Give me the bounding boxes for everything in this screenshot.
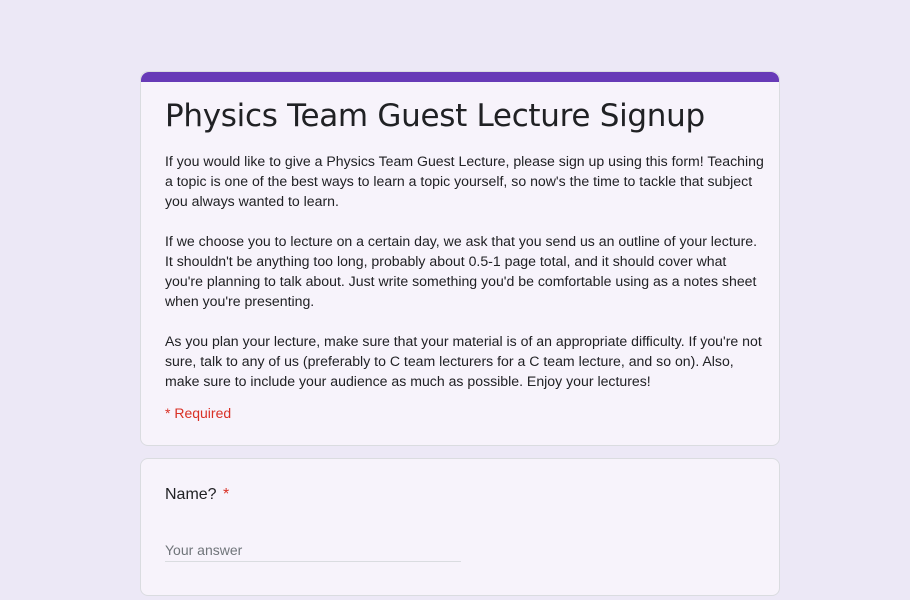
required-note: * Required [165,405,232,421]
header-accent-bar [141,72,779,82]
question-card-name: Name? * [140,458,780,596]
form-header-card: Physics Team Guest Lecture Signup If you… [140,71,780,446]
description-paragraph-2: If we choose you to lecture on a certain… [165,233,758,309]
question-title: Name? * [165,485,229,505]
name-answer-input[interactable] [165,538,461,562]
form-description: If you would like to give a Physics Team… [165,151,765,391]
question-label: Name? [165,486,217,503]
required-asterisk: * [223,486,230,503]
description-paragraph-1: If you would like to give a Physics Team… [165,153,764,209]
form-page: Physics Team Guest Lecture Signup If you… [0,0,910,600]
form-title: Physics Team Guest Lecture Signup [165,98,705,134]
description-paragraph-3: As you plan your lecture, make sure that… [165,333,762,389]
